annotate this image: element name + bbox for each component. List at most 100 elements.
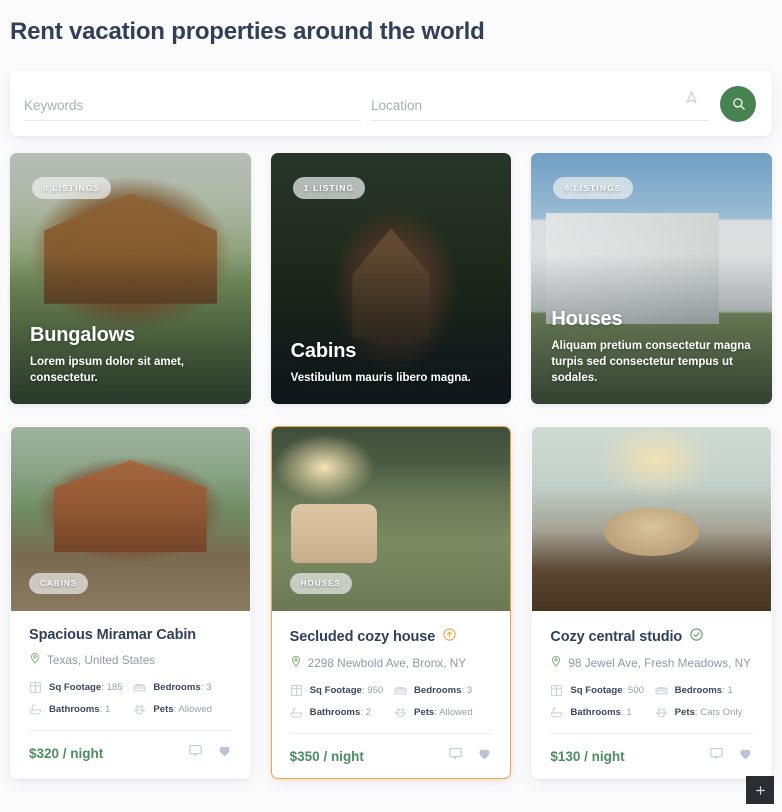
location-field-wrap (371, 87, 708, 121)
stat-label: Bathrooms (49, 704, 100, 715)
search-button[interactable] (720, 85, 756, 122)
listing-count-badge: 0 LISTINGS (32, 177, 112, 199)
stat-label: Pets (413, 707, 435, 718)
listing-count-badge: 1 LISTING (292, 177, 366, 199)
footer-actions (188, 743, 232, 763)
search-input-location[interactable] (371, 97, 708, 121)
category-text: Cabins Vestibulum mauris libero magna. (291, 340, 494, 386)
category-title: Cabins (290, 340, 357, 362)
category-card-bungalows[interactable]: 0 LISTINGS Bungalows Lorem ipsum dolor s… (10, 153, 251, 404)
property-footer: $130 / night (550, 733, 753, 778)
stat-pets: Pets: Allowed (133, 703, 231, 716)
category-card-houses[interactable]: 6 LISTINGS Houses Aliquam pretium consec… (531, 153, 772, 404)
property-body: Secluded cozy house 2298 Newbold Ave, Br… (272, 611, 511, 719)
property-photo[interactable]: CABINS (11, 427, 250, 611)
category-pill: HOUSES (289, 573, 353, 594)
search-input-keywords[interactable] (24, 97, 361, 121)
property-location-row: 2298 Newbold Ave, Bronx, NY (290, 655, 493, 670)
message-icon[interactable] (709, 746, 724, 766)
stat-value: Allowed (439, 707, 473, 718)
property-location-row: Texas, United States (29, 652, 232, 667)
property-title: Spacious Miramar Cabin (29, 627, 197, 643)
stat-pets: Pets: Allowed (394, 706, 492, 719)
property-card-spacious-miramar-cabin[interactable]: CABINS Spacious Miramar Cabin Texas, Uni… (10, 426, 251, 779)
favorite-heart-icon[interactable] (217, 743, 232, 763)
stat-value: 2 (365, 707, 371, 718)
verified-check-icon (689, 627, 704, 646)
keywords-field-wrap (24, 87, 361, 121)
stat-label: Bedrooms (674, 685, 723, 696)
stat-label: Pets (153, 704, 174, 715)
stat-bedrooms: Bedrooms: 3 (133, 681, 231, 694)
property-price: $350 / night (289, 748, 364, 764)
property-title-row: Cozy central studio (550, 627, 753, 646)
property-location-row: 98 Jewel Ave, Fresh Meadows, NY (550, 655, 753, 670)
stat-value: Allowed (178, 704, 213, 715)
bathtub-icon (29, 703, 42, 716)
map-pin-icon (290, 655, 302, 670)
add-listing-fab[interactable] (746, 776, 774, 804)
stat-label: Sq Footage (49, 682, 102, 693)
stat-value: 500 (627, 685, 644, 696)
map-pin-icon (550, 655, 562, 670)
property-photo[interactable] (532, 427, 771, 611)
stat-label: Bathrooms (570, 707, 621, 718)
stat-pets: Pets: Cats Only (655, 706, 753, 719)
message-icon[interactable] (188, 743, 203, 763)
property-body: Spacious Miramar Cabin Texas, United Sta… (11, 611, 250, 716)
message-icon[interactable] (448, 746, 463, 766)
favorite-heart-icon[interactable] (477, 746, 492, 766)
bed-icon (133, 681, 146, 694)
stat-label: Bedrooms (153, 682, 201, 693)
search-panel (10, 71, 772, 136)
category-card-cabins[interactable]: 1 LISTING Cabins Vestibulum mauris liber… (270, 153, 512, 404)
property-stats: Sq Footage: 950 Bedrooms: 3 Bathrooms: 2… (290, 684, 493, 719)
stat-label: Bathrooms (309, 707, 361, 718)
property-footer: $320 / night (29, 730, 232, 775)
stat-bedrooms: Bedrooms: 1 (655, 684, 753, 697)
property-title-row: Spacious Miramar Cabin (29, 627, 232, 643)
category-description: Aliquam pretium consectetur magna turpis… (551, 340, 751, 384)
page-title: Rent vacation properties around the worl… (10, 18, 485, 45)
floorplan-icon (550, 684, 563, 697)
category-description: Lorem ipsum dolor sit amet, consectetur. (30, 356, 184, 384)
floorplan-icon (29, 681, 42, 694)
stat-bedrooms: Bedrooms: 3 (394, 684, 492, 697)
stat-label: Sq Footage (309, 685, 362, 696)
property-title-row: Secluded cozy house (290, 627, 493, 646)
property-card-secluded-cozy-house[interactable]: HOUSES Secluded cozy house 2298 Newbold … (270, 426, 512, 779)
stat-sq-footage: Sq Footage: 185 (29, 681, 127, 694)
navigation-arrow-icon[interactable] (684, 90, 706, 110)
stat-value: 1 (104, 704, 111, 715)
property-grid: CABINS Spacious Miramar Cabin Texas, Uni… (0, 404, 782, 779)
category-pill: CABINS (29, 573, 89, 594)
bed-icon (394, 684, 407, 697)
property-price: $130 / night (550, 748, 625, 764)
stat-value: 3 (466, 685, 473, 696)
stat-value: 1 (626, 707, 632, 718)
property-photo[interactable]: HOUSES (271, 427, 511, 611)
property-body: Cozy central studio 98 Jewel Ave, Fresh … (532, 611, 771, 719)
stat-value: Cats Only (700, 707, 743, 718)
property-location: 2298 Newbold Ave, Bronx, NY (307, 655, 467, 670)
property-stats: Sq Footage: 500 Bedrooms: 1 Bathrooms: 1… (550, 684, 753, 719)
property-location: Texas, United States (47, 652, 156, 667)
stat-sq-footage: Sq Footage: 500 (550, 684, 648, 697)
stat-bathrooms: Bathrooms: 1 (550, 706, 648, 719)
category-grid: 0 LISTINGS Bungalows Lorem ipsum dolor s… (0, 136, 782, 404)
property-footer: $350 / night (289, 733, 493, 778)
category-title: Bungalows (30, 324, 135, 346)
favorite-heart-icon[interactable] (738, 746, 753, 766)
paw-icon (133, 703, 146, 716)
paw-icon (655, 706, 668, 719)
plus-icon (755, 785, 765, 795)
dining-nook-photo (532, 427, 771, 611)
stat-label: Sq Footage (570, 685, 623, 696)
property-price: $320 / night (29, 745, 104, 761)
stat-bathrooms: Bathrooms: 2 (290, 706, 388, 719)
property-card-cozy-central-studio[interactable]: Cozy central studio 98 Jewel Ave, Fresh … (531, 426, 772, 779)
bathtub-icon (290, 706, 303, 719)
stat-value: 185 (106, 682, 123, 693)
category-text: Houses Aliquam pretium consectetur magna… (551, 308, 754, 386)
category-title: Houses (551, 308, 623, 330)
